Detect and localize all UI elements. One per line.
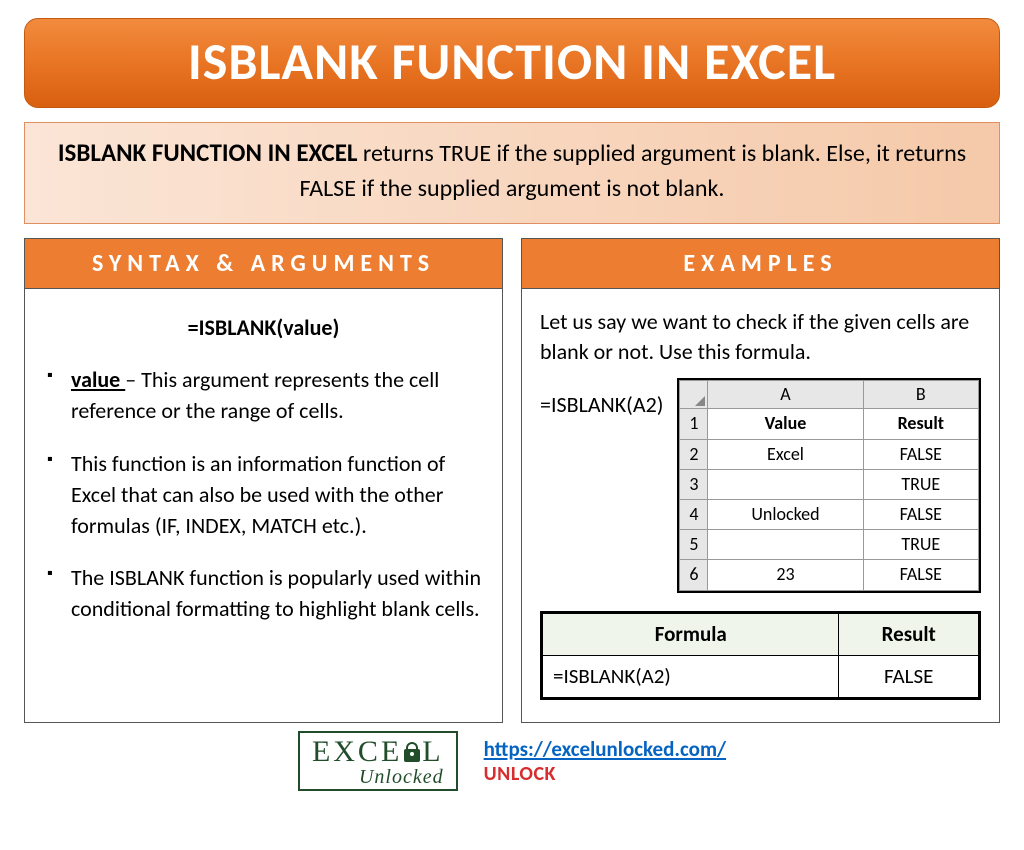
footer-unlock: UNLOCK bbox=[484, 762, 556, 786]
cell: TRUE bbox=[863, 530, 978, 560]
row-header: 2 bbox=[680, 439, 708, 469]
intro-lead: ISBLANK FUNCTION IN EXCEL bbox=[58, 137, 358, 168]
examples-split: =ISBLANK(A2) A B 1 Value Result bbox=[540, 378, 981, 592]
page-title: ISBLANK FUNCTION IN EXCEL bbox=[24, 18, 1000, 108]
syntax-bullet: The ISBLANK function is popularly used w… bbox=[43, 563, 484, 625]
cell: FALSE bbox=[863, 560, 978, 590]
row-header: 5 bbox=[680, 530, 708, 560]
syntax-header: SYNTAX & ARGUMENTS bbox=[25, 239, 502, 289]
footer: EXCE L Unlocked https://excelunlocked.co… bbox=[24, 731, 1000, 791]
arg-name: value bbox=[71, 366, 125, 393]
cell: TRUE bbox=[863, 469, 978, 499]
excel-corner bbox=[680, 381, 708, 409]
examples-intro: Let us say we want to check if the given… bbox=[540, 307, 981, 369]
syntax-bullet: This function is an information function… bbox=[43, 449, 484, 541]
footer-url[interactable]: https://excelunlocked.com/ bbox=[484, 736, 726, 762]
syntax-formula: =ISBLANK(value) bbox=[43, 313, 484, 344]
intro-text: returns TRUE if the supplied argument is… bbox=[300, 139, 967, 203]
columns: SYNTAX & ARGUMENTS =ISBLANK(value) value… bbox=[24, 238, 1000, 724]
fr-cell: =ISBLANK(A2) bbox=[543, 655, 839, 697]
col-header: A bbox=[708, 381, 863, 409]
formula-result-table: Formula Result =ISBLANK(A2) FALSE bbox=[540, 611, 981, 701]
cell: FALSE bbox=[863, 439, 978, 469]
excel-screenshot: A B 1 Value Result 2 Excel FALSE bbox=[677, 378, 981, 592]
lock-icon bbox=[404, 742, 420, 762]
logo-text-1a: EXCE bbox=[312, 737, 402, 767]
syntax-bullets: value – This argument represents the cel… bbox=[43, 365, 484, 625]
row-header: 1 bbox=[680, 409, 708, 439]
bullet-text: The ISBLANK function is popularly used w… bbox=[71, 564, 481, 622]
footer-links: https://excelunlocked.com/ UNLOCK bbox=[484, 736, 726, 786]
logo: EXCE L Unlocked bbox=[298, 731, 458, 791]
cell: Unlocked bbox=[708, 499, 863, 529]
fr-header: Result bbox=[839, 613, 979, 655]
syntax-body: =ISBLANK(value) value – This argument re… bbox=[25, 289, 502, 647]
cell: 23 bbox=[708, 560, 863, 590]
cell bbox=[708, 469, 863, 499]
intro-box: ISBLANK FUNCTION IN EXCEL returns TRUE i… bbox=[24, 122, 1000, 224]
examples-header: EXAMPLES bbox=[522, 239, 999, 289]
cell: FALSE bbox=[863, 499, 978, 529]
examples-formula: =ISBLANK(A2) bbox=[540, 378, 663, 421]
row-header: 6 bbox=[680, 560, 708, 590]
logo-text-1b: L bbox=[422, 737, 443, 767]
syntax-card: SYNTAX & ARGUMENTS =ISBLANK(value) value… bbox=[24, 238, 503, 724]
bullet-text: This function is an information function… bbox=[71, 450, 445, 539]
cell: Value bbox=[708, 409, 863, 439]
logo-text-2: Unlocked bbox=[312, 767, 444, 787]
cell: Excel bbox=[708, 439, 863, 469]
arg-desc: – This argument represents the cell refe… bbox=[71, 366, 439, 424]
col-header: B bbox=[863, 381, 978, 409]
fr-cell: FALSE bbox=[839, 655, 979, 697]
syntax-bullet: value – This argument represents the cel… bbox=[43, 365, 484, 427]
row-header: 3 bbox=[680, 469, 708, 499]
cell bbox=[708, 530, 863, 560]
examples-body: Let us say we want to check if the given… bbox=[522, 289, 999, 723]
fr-header: Formula bbox=[543, 613, 839, 655]
examples-card: EXAMPLES Let us say we want to check if … bbox=[521, 238, 1000, 724]
cell: Result bbox=[863, 409, 978, 439]
row-header: 4 bbox=[680, 499, 708, 529]
